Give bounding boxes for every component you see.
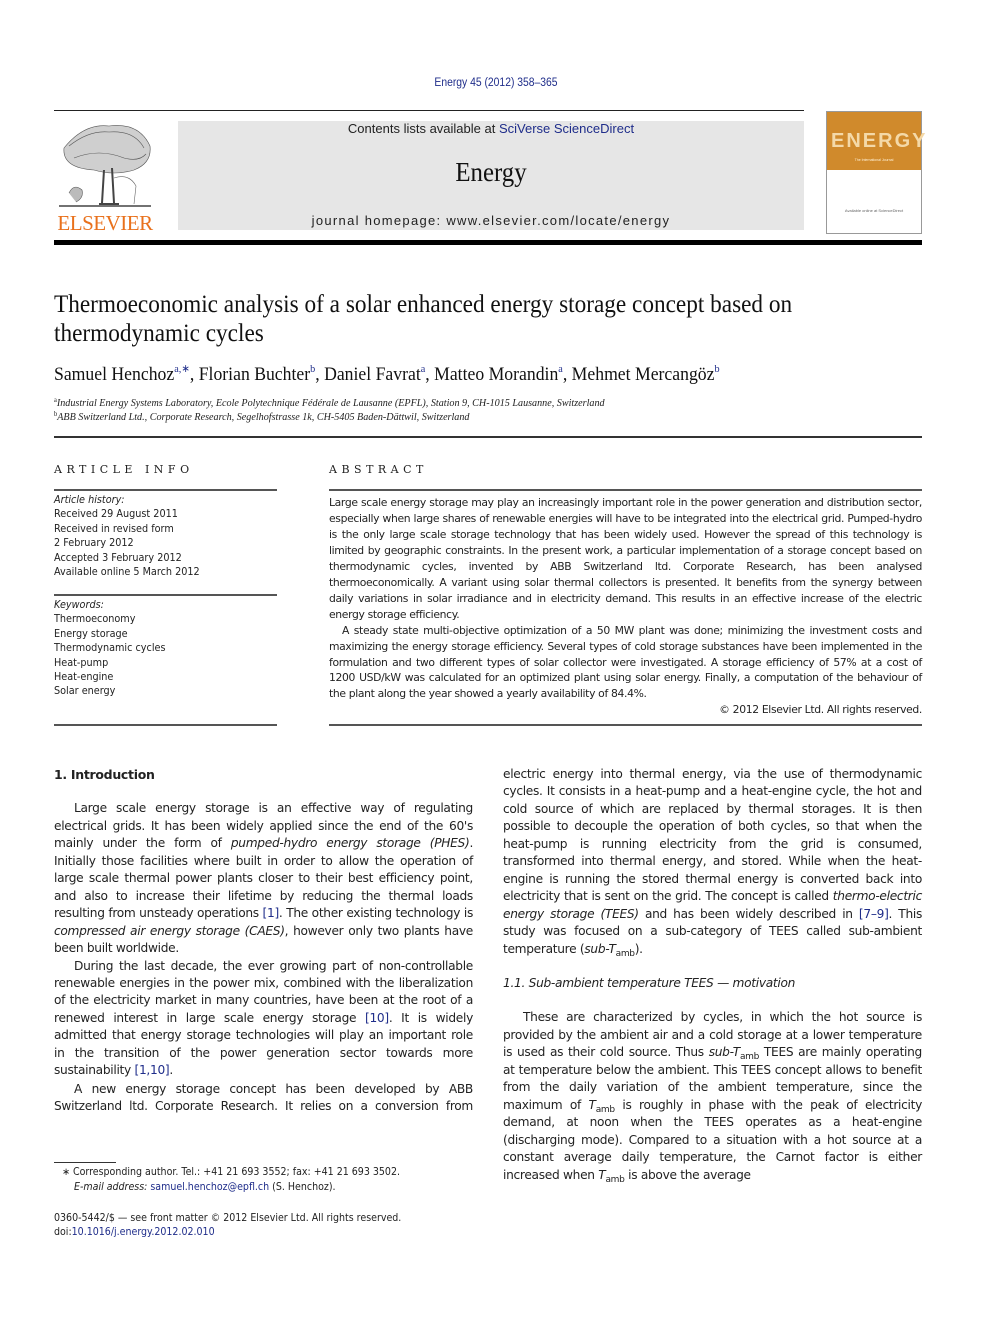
journal-masthead: Contents lists available at SciVerse Sci…	[178, 121, 804, 230]
header-thick-rule	[54, 240, 922, 245]
author[interactable]: Mehmet Mercangözb	[572, 363, 720, 385]
corresponding-author-note: ∗ Corresponding author. Tel.: +41 21 693…	[62, 1167, 400, 1178]
cover-subtitle: The International Journal	[854, 158, 894, 162]
contents-availability: Contents lists available at SciVerse Sci…	[178, 121, 804, 137]
article-history: Article history: Received 29 August 2011…	[54, 493, 200, 579]
author-list: Samuel Henchoza,∗, Florian Buchterb, Dan…	[54, 363, 720, 385]
elsevier-logo[interactable]: ELSEVIER	[54, 118, 156, 235]
keywords-rule	[54, 594, 277, 596]
reference-link[interactable]: [7–9]	[859, 907, 889, 921]
keywords: Keywords: Thermoeconomy Energy storage T…	[54, 598, 165, 699]
abstract-rule	[329, 489, 922, 491]
reference-link[interactable]: [10]	[365, 1011, 389, 1025]
history-item: Available online 5 March 2012	[54, 566, 200, 579]
keyword: Thermodynamic cycles	[54, 642, 166, 655]
journal-cover-thumbnail[interactable]: ENERGY The International Journal Availab…	[826, 111, 928, 234]
cover-title: ENERGY	[831, 130, 928, 152]
body-paragraph: electric energy into thermal energy, via…	[503, 767, 923, 959]
contents-prefix: Contents lists available at	[347, 121, 499, 136]
footnote-rule	[54, 1162, 116, 1163]
elsevier-wordmark: ELSEVIER	[57, 211, 153, 235]
article-info-rule	[54, 489, 277, 491]
keywords-label: Keywords:	[54, 599, 104, 611]
article-info-heading: ARTICLE INFO	[54, 463, 194, 476]
body-paragraph-continued-left: A new energy storage concept has been de…	[54, 1082, 473, 1114]
elsevier-tree-icon	[54, 118, 156, 210]
body-right-column: electric energy into thermal energy, via…	[503, 766, 922, 1184]
front-matter-note: 0360-5442/$ — see front matter © 2012 El…	[54, 1213, 402, 1224]
subsection-heading: 1.1. Sub-ambient temperature TEES — moti…	[503, 975, 796, 990]
body-left-column: 1. Introduction Large scale energy stora…	[54, 766, 473, 1080]
journal-name: Energy	[455, 157, 527, 187]
keyword: Energy storage	[54, 627, 128, 640]
author[interactable]: Samuel Henchoza,∗	[54, 363, 190, 385]
affiliation-b: bABB Switzerland Ltd., Corporate Researc…	[54, 410, 470, 423]
abstract-copyright: © 2012 Elsevier Ltd. All rights reserved…	[719, 703, 922, 717]
article-history-label: Article history:	[54, 494, 125, 506]
title-line-1: Thermoeconomic analysis of a solar enhan…	[54, 291, 793, 318]
keyword: Thermoeconomy	[54, 613, 136, 626]
affiliation-a: aIndustrial Energy Systems Laboratory, E…	[54, 396, 605, 409]
section-heading-introduction: 1. Introduction	[54, 767, 155, 782]
keyword: Solar energy	[54, 685, 116, 698]
article-title: Thermoeconomic analysis of a solar enhan…	[54, 290, 872, 348]
doi-link[interactable]: 10.1016/j.energy.2012.02.010	[72, 1227, 215, 1238]
journal-citation[interactable]: Energy 45 (2012) 358–365	[50, 77, 943, 89]
history-item: Received in revised form	[54, 522, 174, 535]
title-line-2: thermodynamic cycles	[54, 320, 264, 347]
author[interactable]: Daniel Favrata	[324, 363, 425, 385]
body-paragraph: Large scale energy storage is an effecti…	[54, 801, 474, 956]
keyword: Heat-pump	[54, 656, 109, 669]
header-rule	[54, 110, 804, 111]
article-info-bottom-rule	[54, 724, 277, 726]
reference-link[interactable]: [1]	[263, 906, 280, 920]
email-link[interactable]: samuel.henchoz@epfl.ch	[150, 1182, 269, 1193]
sciencedirect-link[interactable]: SciVerse ScienceDirect	[499, 121, 634, 136]
body-paragraph: During the last decade, the ever growing…	[54, 958, 473, 1078]
abstract-heading: ABSTRACT	[329, 463, 428, 476]
history-item: Received 29 August 2011	[54, 508, 178, 521]
cover-footer: Available online at ScienceDirect	[844, 208, 904, 213]
doi-line: doi:10.1016/j.energy.2012.02.010	[54, 1227, 215, 1238]
history-item: 2 February 2012	[54, 537, 134, 550]
abstract-body: Large scale energy storage may play an i…	[329, 495, 922, 718]
journal-homepage[interactable]: journal homepage: www.elsevier.com/locat…	[178, 213, 804, 228]
author[interactable]: Florian Buchterb	[199, 363, 316, 385]
cover-band: ENERGY The International Journal	[827, 112, 928, 170]
reference-link[interactable]: [1,10]	[135, 1063, 170, 1077]
abstract-paragraph: A steady state multi-objective optimizat…	[329, 623, 922, 701]
author[interactable]: Matteo Morandina	[434, 363, 563, 385]
body-paragraph: These are characterized by cycles, in wh…	[503, 1010, 922, 1185]
email-note: E-mail address: samuel.henchoz@epfl.ch (…	[74, 1182, 336, 1193]
abstract-paragraph: Large scale energy storage may play an i…	[329, 496, 922, 621]
keyword: Heat-engine	[54, 671, 114, 684]
abstract-bottom-rule	[329, 724, 922, 726]
title-block-rule	[54, 436, 922, 438]
history-item: Accepted 3 February 2012	[54, 551, 182, 564]
